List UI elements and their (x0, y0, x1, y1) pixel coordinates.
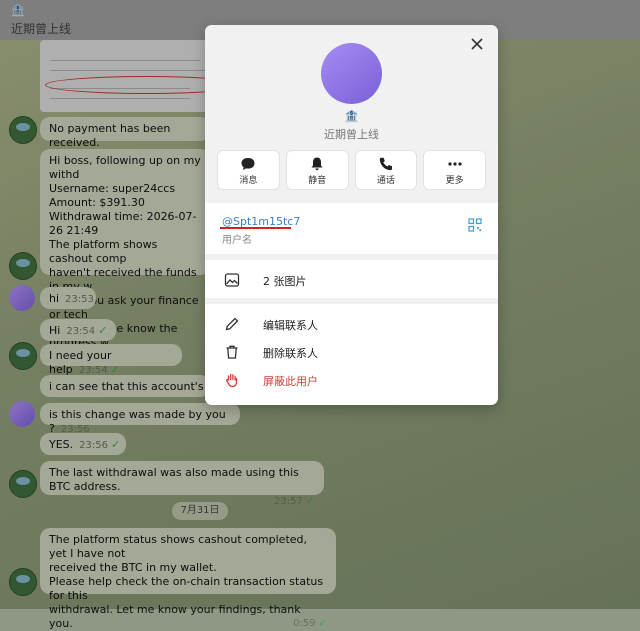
hand-stop-icon (226, 373, 238, 388)
media-count: 2 张图片 (263, 275, 307, 288)
close-icon[interactable] (470, 37, 484, 55)
profile-header: 🏦 近期曾上线 消息 静音 通话 更多 (205, 25, 498, 203)
bell-icon (311, 157, 323, 171)
delete-contact-label: 删除联系人 (263, 347, 318, 360)
action-label: 消息 (239, 176, 258, 186)
edit-contact-label: 编辑联系人 (263, 319, 318, 332)
profile-avatar[interactable] (321, 43, 382, 104)
action-label: 静音 (308, 176, 327, 186)
profile-emoji: 🏦 (344, 109, 359, 123)
section-divider (205, 254, 498, 260)
time-text: 0:59 (293, 618, 316, 629)
delete-contact-row[interactable]: 删除联系人 (205, 339, 498, 365)
username-section[interactable]: @Spt1m15tc7 用户名 (205, 203, 498, 253)
message-button[interactable]: 消息 (217, 150, 280, 190)
red-underline-annotation (220, 227, 291, 229)
image-icon (224, 273, 240, 287)
action-bar: 消息 静音 通话 更多 (217, 150, 486, 190)
block-user-row[interactable]: 屏蔽此用户 (205, 367, 498, 393)
mute-button[interactable]: 静音 (285, 150, 349, 190)
read-check-icon: ✓ (318, 618, 327, 629)
message-icon (241, 158, 255, 170)
trash-icon (226, 345, 238, 359)
block-user-label: 屏蔽此用户 (263, 375, 318, 388)
pencil-icon (225, 317, 239, 331)
more-button[interactable]: 更多 (423, 150, 486, 190)
message-time: 0:59 ✓ (293, 617, 327, 631)
phone-icon (379, 157, 392, 171)
section-divider (205, 298, 498, 304)
media-row[interactable]: 2 张图片 (205, 267, 498, 293)
call-button[interactable]: 通话 (354, 150, 418, 190)
edit-contact-row[interactable]: 编辑联系人 (205, 311, 498, 337)
action-label: 通话 (376, 176, 395, 186)
user-info-popup: 🏦 近期曾上线 消息 静音 通话 更多 @Spt1m15tc7 用户名 2 张图… (205, 25, 498, 405)
more-icon (448, 162, 462, 166)
username-label: 用户名 (222, 235, 252, 246)
profile-status: 近期曾上线 (324, 128, 379, 141)
qr-code-icon[interactable] (468, 218, 482, 232)
action-label: 更多 (445, 176, 464, 186)
